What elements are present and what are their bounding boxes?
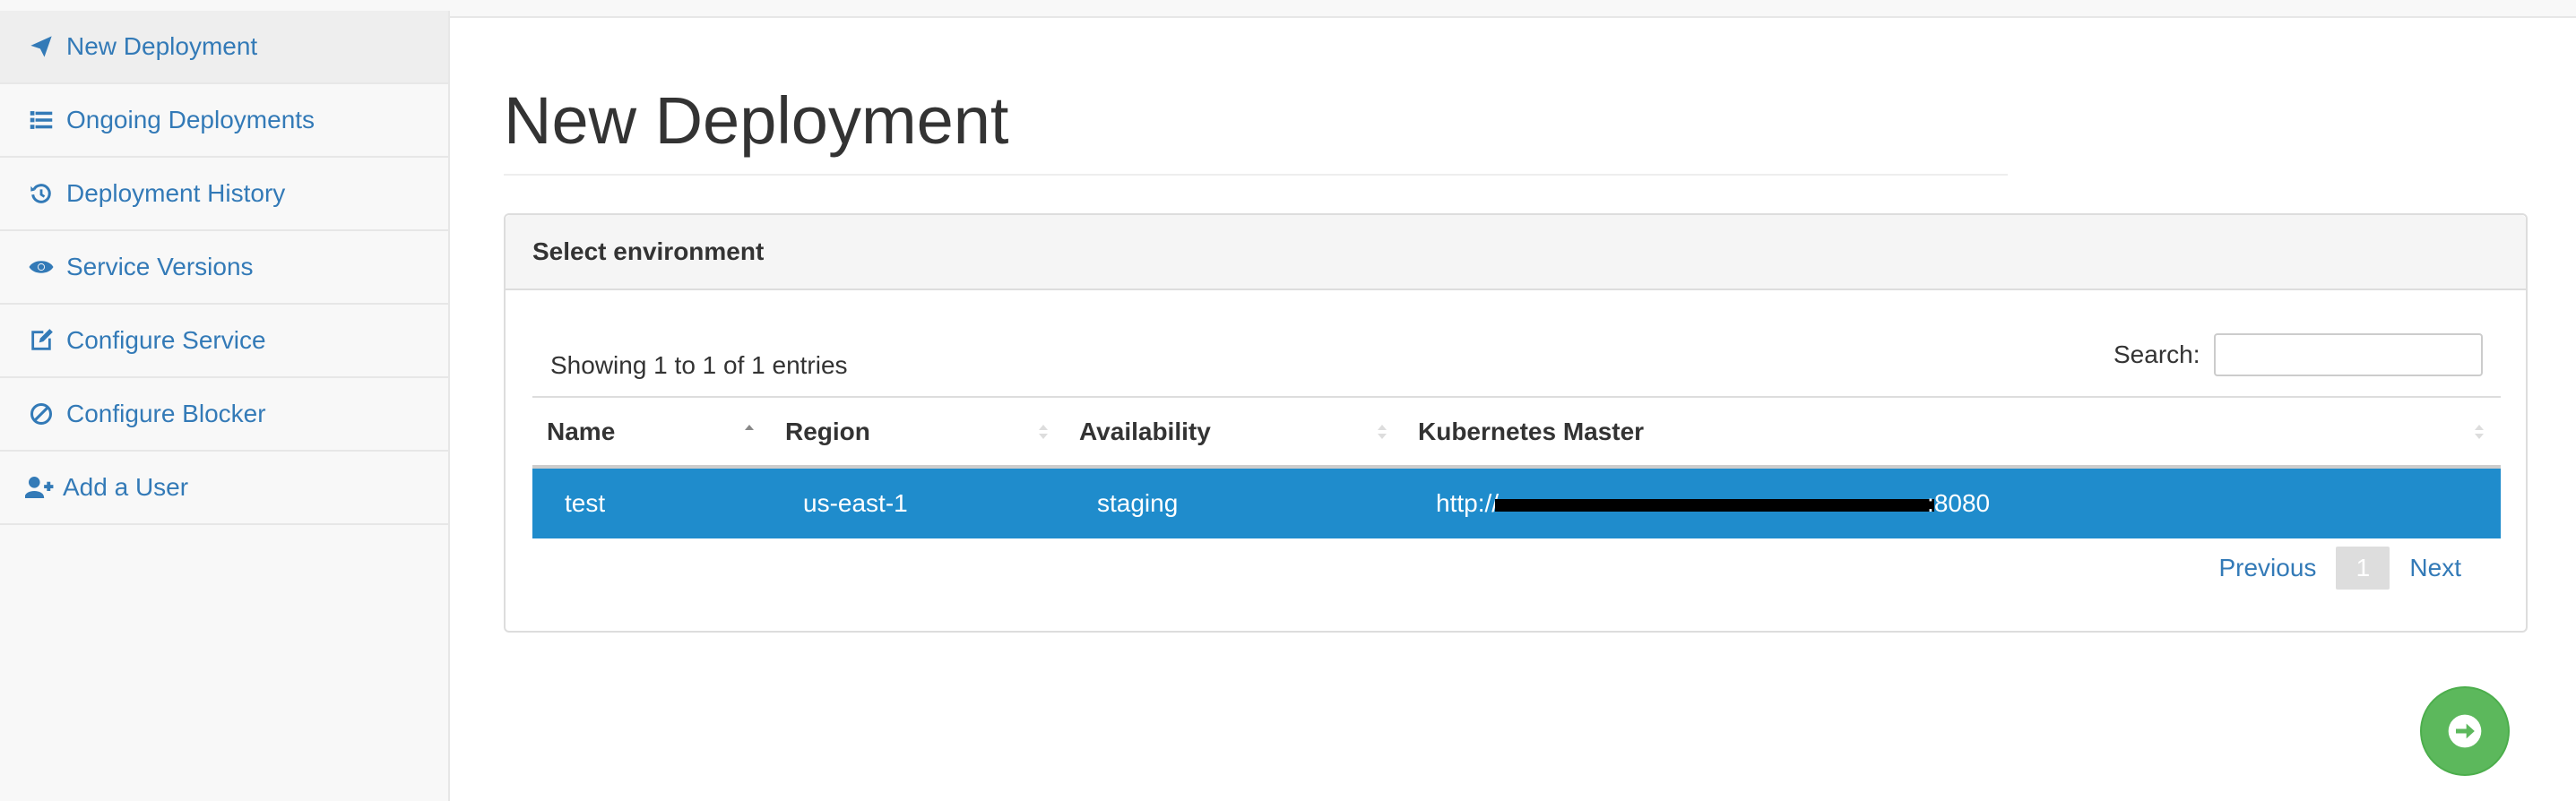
column-header-availability[interactable]: Availability <box>1065 396 1404 469</box>
cell-kubernetes-master: http:// :8080 <box>1404 467 2501 538</box>
sidebar-item-label: Deployment History <box>66 179 286 207</box>
sidebar-item-label: Add a User <box>63 473 189 501</box>
column-header-kubernetes-master[interactable]: Kubernetes Master <box>1404 396 2501 469</box>
list-icon <box>29 107 59 134</box>
column-header-label: Availability <box>1079 417 1211 445</box>
column-header-region[interactable]: Region <box>771 396 1065 469</box>
sidebar-item-add-a-user[interactable]: Add a User <box>0 452 448 525</box>
master-prefix: http:// <box>1436 489 1500 517</box>
sidebar-item-label: Ongoing Deployments <box>66 106 316 134</box>
edit-icon <box>29 327 59 354</box>
sort-asc-icon <box>745 424 754 430</box>
table-header-row: Name Region Availability Kubernetes Mast… <box>532 396 2501 469</box>
sidebar-item-label: Service Versions <box>66 253 254 280</box>
sort-both-icon <box>2475 424 2484 439</box>
sidebar-item-configure-service[interactable]: Configure Service <box>0 305 448 378</box>
environment-table: Name Region Availability Kubernetes Mast… <box>532 396 2501 538</box>
cell-region: us-east-1 <box>803 489 908 517</box>
column-header-label: Region <box>785 417 870 445</box>
search-input[interactable] <box>2214 333 2483 376</box>
sidebar-item-configure-blocker[interactable]: Configure Blocker <box>0 378 448 452</box>
environment-panel: Select environment Showing 1 to 1 of 1 e… <box>504 213 2528 633</box>
pagination: Previous 1 Next <box>2199 547 2481 590</box>
pagination-next[interactable]: Next <box>2390 547 2481 590</box>
sidebar: New Deployment Ongoing Deployments Deplo… <box>0 11 450 801</box>
sidebar-item-label: New Deployment <box>66 32 258 60</box>
search-label: Search: <box>2114 340 2200 368</box>
panel-heading: Select environment <box>506 215 2526 290</box>
page-title: New Deployment <box>504 83 1009 158</box>
paper-plane-icon <box>29 33 59 60</box>
table-info: Showing 1 to 1 of 1 entries <box>550 351 848 379</box>
next-step-button[interactable] <box>2420 686 2510 776</box>
sort-both-icon <box>1039 424 1048 439</box>
ban-icon <box>29 400 59 427</box>
pagination-current-page[interactable]: 1 <box>2336 547 2390 590</box>
cell-name: test <box>565 489 606 517</box>
sidebar-item-new-deployment[interactable]: New Deployment <box>0 11 448 84</box>
arrow-right-icon <box>2448 714 2482 748</box>
eye-icon <box>29 254 59 280</box>
sort-both-icon <box>1378 424 1387 439</box>
master-suffix: :8080 <box>1927 489 1991 517</box>
title-divider <box>504 174 2008 176</box>
column-header-label: Name <box>547 417 616 445</box>
pagination-previous[interactable]: Previous <box>2199 547 2336 590</box>
column-header-name[interactable]: Name <box>532 396 771 469</box>
user-plus-icon <box>25 474 56 501</box>
redaction-bar <box>1495 498 1935 512</box>
sidebar-item-label: Configure Service <box>66 326 266 354</box>
cell-availability: staging <box>1097 489 1179 517</box>
column-header-label: Kubernetes Master <box>1418 417 1645 445</box>
table-row[interactable]: test us-east-1 staging http:// :8080 <box>532 467 2501 538</box>
sidebar-item-deployment-history[interactable]: Deployment History <box>0 158 448 231</box>
sidebar-item-label: Configure Blocker <box>66 400 266 427</box>
sidebar-item-ongoing-deployments[interactable]: Ongoing Deployments <box>0 84 448 158</box>
sidebar-item-service-versions[interactable]: Service Versions <box>0 231 448 305</box>
history-icon <box>29 180 59 207</box>
